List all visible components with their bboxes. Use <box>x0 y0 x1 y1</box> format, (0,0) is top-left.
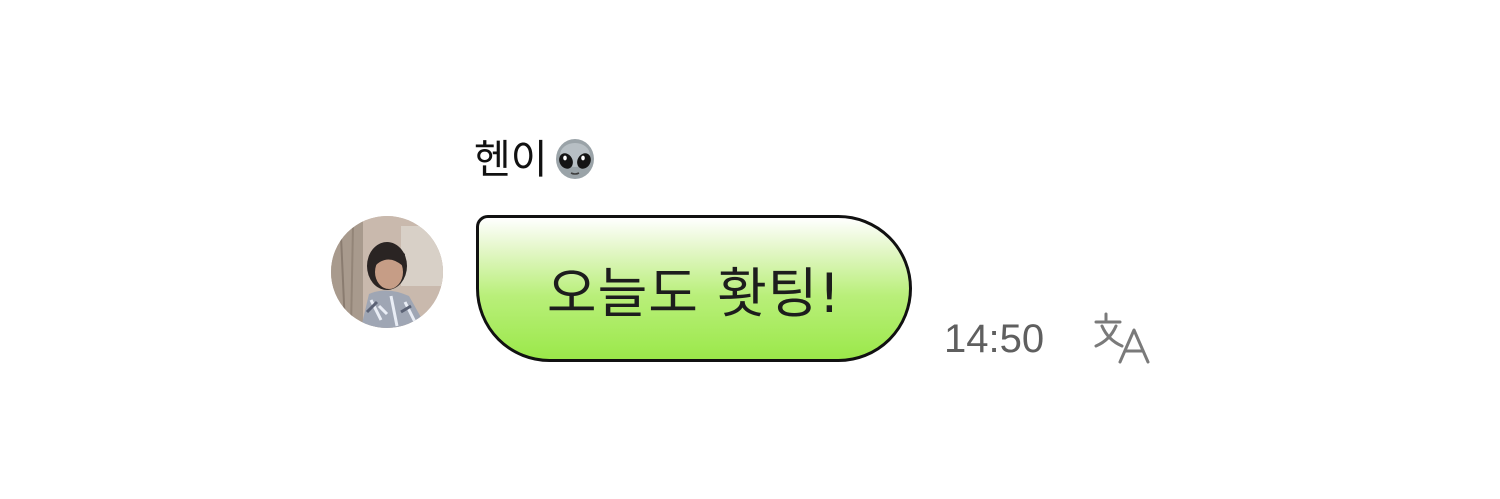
avatar[interactable] <box>331 216 443 328</box>
alien-face-icon <box>552 137 598 183</box>
message-text: 오늘도 홧팅! <box>546 262 842 325</box>
sender-name-row: 헨이 <box>474 132 598 188</box>
message-timestamp: 14:50 <box>944 317 1045 361</box>
translate-icon[interactable] <box>1094 310 1152 364</box>
message-bubble[interactable]: 오늘도 홧팅! <box>476 215 912 362</box>
sender-name: 헨이 <box>474 137 548 183</box>
